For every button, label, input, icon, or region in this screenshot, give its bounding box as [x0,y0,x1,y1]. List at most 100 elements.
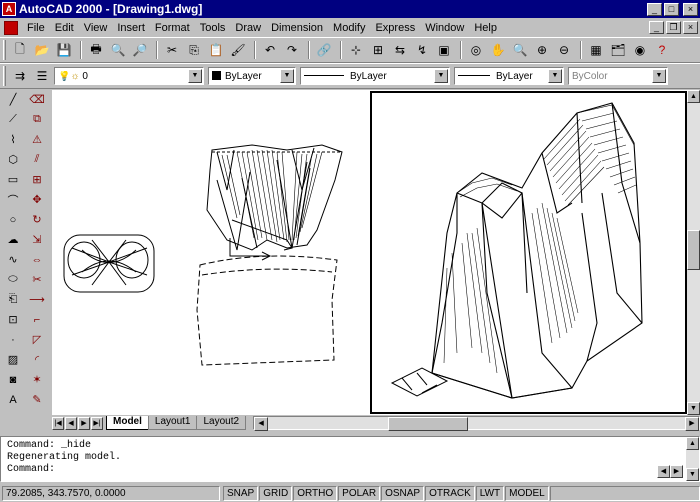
scale-icon[interactable]: ⇲ [26,230,48,249]
last-tab-icon[interactable]: ▶| [91,416,103,430]
extend-icon[interactable]: ⟶ [26,290,48,309]
model-toggle[interactable]: MODEL [505,485,549,501]
tab-layout1[interactable]: Layout1 [147,416,198,430]
region-icon[interactable]: ◙ [2,370,24,389]
explode-icon[interactable]: ✶ [26,370,48,389]
chevron-down-icon[interactable]: ▼ [280,69,294,83]
scroll-up-icon[interactable]: ▲ [687,90,700,103]
coordinate-display[interactable]: 79.2085, 343.7570, 0.0000 [2,485,220,501]
zoom-previous-icon[interactable]: ⊖ [554,40,574,60]
named-views-icon[interactable]: ▣ [434,40,454,60]
rectangle-icon[interactable]: ▭ [2,170,24,189]
make-layer-current-icon[interactable]: ⇉ [10,66,30,86]
point-icon[interactable]: · [2,330,24,349]
minimize-button[interactable]: _ [647,2,662,16]
scroll-right-icon[interactable]: ▶ [670,465,683,478]
multiline-text-icon[interactable]: A [2,390,24,409]
save-icon[interactable]: 💾 [54,40,74,60]
line-icon[interactable]: ╱ [2,90,24,109]
otrack-toggle[interactable]: OTRACK [425,485,475,501]
viewport-top-front[interactable] [52,90,368,415]
menu-dimension[interactable]: Dimension [266,22,328,34]
layers-icon[interactable]: ☰ [32,66,52,86]
array-icon[interactable]: ⊞ [26,170,48,189]
explode-icon-2[interactable]: ✎ [26,390,48,409]
menu-view[interactable]: View [79,22,113,34]
command-prompt[interactable]: Command: [7,464,121,476]
layer-dropdown[interactable]: 💡☼ 0 ▼ [54,67,204,85]
scroll-down-icon[interactable]: ▼ [687,402,700,415]
properties-icon[interactable]: ▦ [586,40,606,60]
scroll-left-icon[interactable]: ◀ [254,417,269,431]
horizontal-scrollbar[interactable]: ◀ ▶ [253,416,700,431]
zoom-realtime-icon[interactable]: 🔍 [510,40,530,60]
next-tab-icon[interactable]: ▶ [78,416,90,430]
construction-line-icon[interactable]: ⟋ [2,110,24,129]
hatch-icon[interactable]: ▨ [2,350,24,369]
copy-icon[interactable]: ⎘ [184,40,204,60]
menu-window[interactable]: Window [420,22,469,34]
cut-icon[interactable]: ✂ [162,40,182,60]
polar-toggle[interactable]: POLAR [338,485,381,501]
ellipse-icon[interactable]: ⬭ [2,270,24,289]
chevron-down-icon[interactable]: ▼ [434,69,448,83]
print-icon[interactable]: 🖶 [86,40,106,60]
chevron-down-icon[interactable]: ▼ [188,69,202,83]
horizontal-scroll-thumb[interactable] [388,417,469,431]
command-scrollbar[interactable]: ▲ ▼ [686,437,699,481]
menu-modify[interactable]: Modify [328,22,370,34]
help-icon[interactable]: ? [652,40,672,60]
break-icon[interactable]: ⌐ [26,310,48,329]
linetype-dropdown[interactable]: ByLayer ▼ [300,67,450,85]
tracking-icon[interactable]: ⇆ [390,40,410,60]
today-icon[interactable]: ◉ [630,40,650,60]
menu-file[interactable]: File [22,22,50,34]
viewport-3d[interactable] [370,91,687,414]
redo-icon[interactable]: ↷ [282,40,302,60]
menu-edit[interactable]: Edit [50,22,79,34]
match-properties-icon[interactable]: 🖌 [228,40,248,60]
osnap-icon[interactable]: ⊹ [346,40,366,60]
ucs-icon[interactable]: ⊞ [368,40,388,60]
lwt-toggle[interactable]: LWT [475,485,505,501]
hyperlink-icon[interactable]: 🔗 [314,40,334,60]
rotate-icon[interactable]: ↻ [26,210,48,229]
lineweight-dropdown[interactable]: ByLayer ▼ [454,67,564,85]
ortho-toggle[interactable]: ORTHO [293,485,338,501]
menu-insert[interactable]: Insert [112,22,150,34]
tab-layout2[interactable]: Layout2 [196,416,247,430]
paste-icon[interactable]: 📋 [206,40,226,60]
snap-toggle[interactable]: SNAP [223,485,259,501]
zoom-window-icon[interactable]: ⊕ [532,40,552,60]
doc-close-button[interactable]: × [683,21,698,34]
scroll-left-icon[interactable]: ◀ [657,465,670,478]
chevron-down-icon[interactable]: ▼ [548,69,562,83]
maximize-button[interactable]: □ [664,2,679,16]
arc-icon[interactable]: ⌒ [2,190,24,209]
undo-icon[interactable]: ↶ [260,40,280,60]
polygon-icon[interactable]: ⬡ [2,150,24,169]
3d-orbit-icon[interactable]: ◎ [466,40,486,60]
toolbar-grip[interactable] [3,66,6,86]
menu-help[interactable]: Help [469,22,502,34]
redraw-icon[interactable]: ↯ [412,40,432,60]
move-icon[interactable]: ✥ [26,190,48,209]
document-icon[interactable] [4,20,18,35]
tab-model[interactable]: Model [106,416,149,430]
scroll-down-icon[interactable]: ▼ [686,468,699,481]
print-preview-icon[interactable]: 🔍 [108,40,128,60]
menu-tools[interactable]: Tools [195,22,231,34]
close-button[interactable]: × [683,2,698,16]
vertical-scroll-thumb[interactable] [687,230,700,270]
first-tab-icon[interactable]: |◀ [52,416,64,430]
osnap-toggle[interactable]: OSNAP [381,485,425,501]
revcloud-icon[interactable]: ☁ [2,230,24,249]
grid-toggle[interactable]: GRID [259,485,293,501]
stretch-icon[interactable]: ⇔ [26,250,48,269]
make-block-icon[interactable]: ⊡ [2,310,24,329]
color-dropdown[interactable]: ByLayer ▼ [208,67,296,85]
menu-format[interactable]: Format [150,22,195,34]
open-icon[interactable]: 📂 [32,40,52,60]
doc-restore-button[interactable]: ❐ [666,21,681,34]
vertical-scrollbar[interactable]: ▲ ▼ [687,90,700,415]
